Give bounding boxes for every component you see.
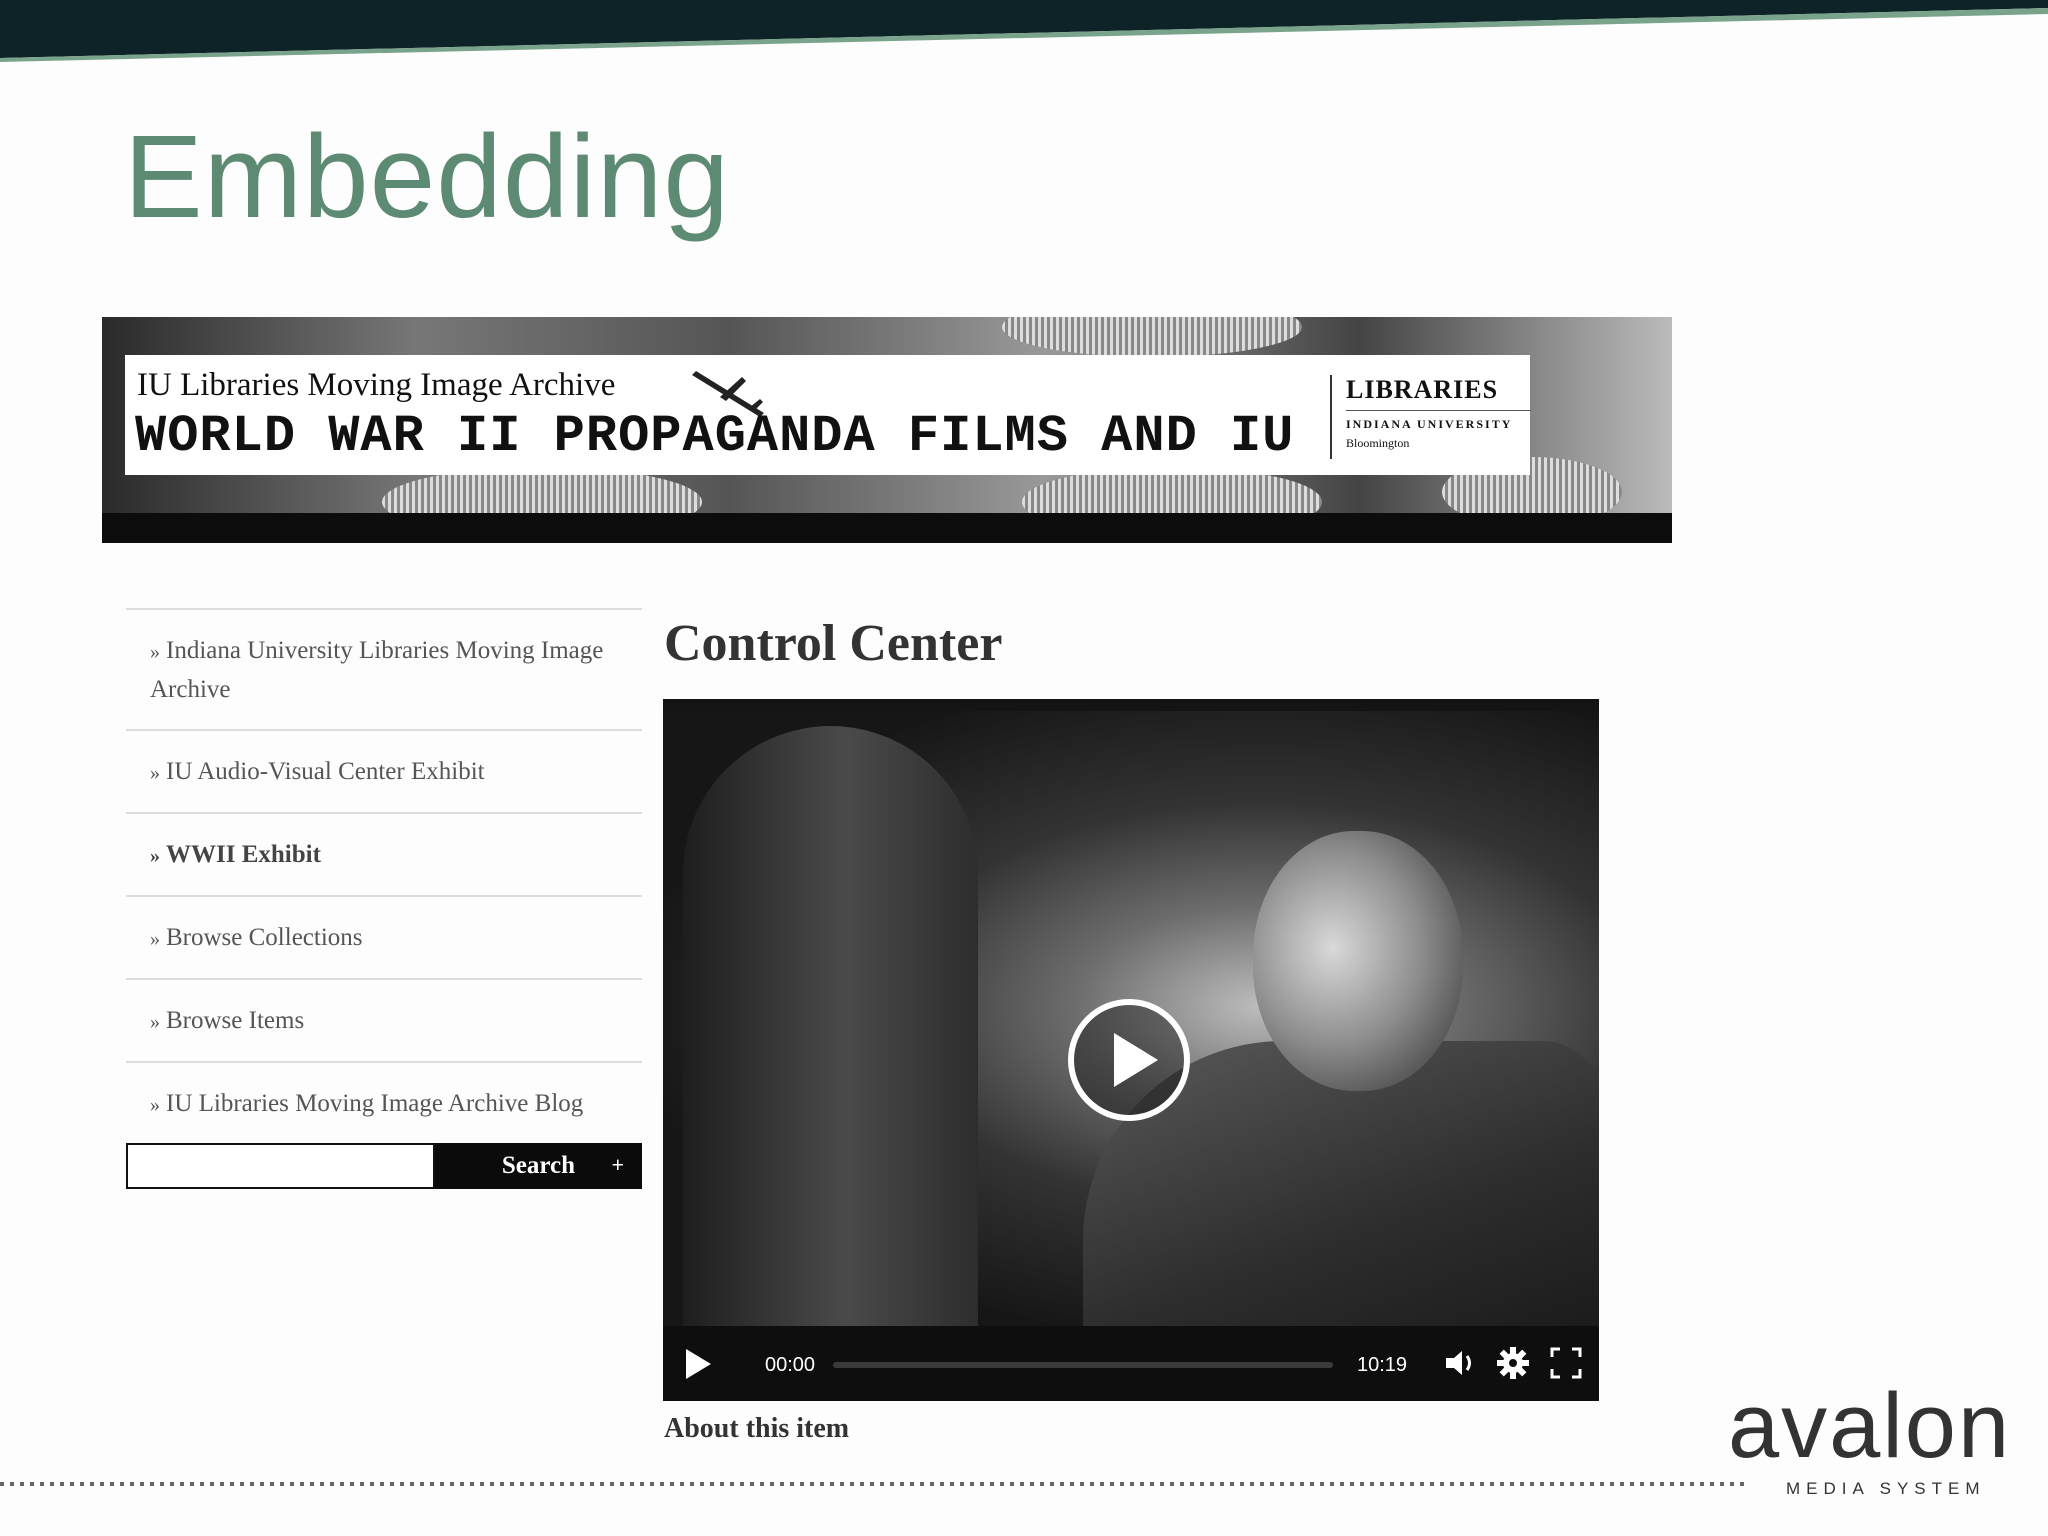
volume-icon — [1446, 1351, 1471, 1375]
sidebar-item-label: WWII Exhibit — [166, 841, 321, 868]
advanced-search-toggle[interactable]: + — [611, 1152, 624, 1178]
sidebar-nav: » Indiana University Libraries Moving Ima… — [126, 608, 642, 1146]
avalon-logo-subtitle: MEDIA SYSTEM — [1786, 1479, 1986, 1498]
chevron-right-icon: » — [150, 1011, 160, 1033]
sidebar-item-archive-blog[interactable]: » IU Libraries Moving Image Archive Blog — [126, 1061, 642, 1146]
sidebar-item-label: Browse Collections — [166, 924, 363, 951]
sidebar-item-moving-image-archive[interactable]: » Indiana University Libraries Moving Ima… — [126, 608, 642, 729]
search-button-label: Search — [501, 1152, 575, 1179]
banner-title: WORLD WAR II PROPAGANDA FILMS AND IU — [135, 407, 1295, 466]
chevron-right-icon: » — [150, 1094, 160, 1116]
sidebar-item-label: Browse Items — [166, 1007, 305, 1034]
duration: 10:19 — [1357, 1354, 1408, 1376]
chevron-right-icon: » — [150, 762, 160, 784]
sidebar-item-label: IU Audio-Visual Center Exhibit — [166, 758, 485, 785]
sidebar-item-wwii-exhibit[interactable]: » WWII Exhibit — [126, 812, 642, 895]
play-button[interactable] — [683, 1347, 713, 1386]
fullscreen-icon — [1550, 1347, 1582, 1379]
current-time: 00:00 — [765, 1354, 816, 1376]
fullscreen-button[interactable] — [1550, 1347, 1582, 1384]
iu-libraries-logo: LIBRARIES INDIANA UNIVERSITY Bloomington — [1330, 375, 1531, 459]
slide-title: Embedding — [124, 111, 730, 243]
volume-button[interactable] — [1444, 1348, 1478, 1383]
gear-icon — [1497, 1347, 1529, 1379]
sidebar-item-label: Indiana University Libraries Moving Imag… — [150, 637, 604, 703]
settings-button[interactable] — [1496, 1346, 1530, 1385]
video-player[interactable]: 00:00 10:19 — [663, 699, 1599, 1401]
banner-subtitle: IU Libraries Moving Image Archive — [137, 367, 616, 403]
search-input[interactable] — [126, 1143, 435, 1189]
footer-dotted-rule — [0, 1482, 1750, 1486]
item-title: Control Center — [664, 615, 1003, 672]
top-band — [0, 0, 2048, 62]
logo-title: LIBRARIES — [1346, 375, 1499, 404]
chevron-right-icon: » — [150, 641, 160, 663]
video-frame[interactable] — [663, 711, 1599, 1341]
sidebar-item-av-center-exhibit[interactable]: » IU Audio-Visual Center Exhibit — [126, 729, 642, 812]
chevron-right-icon: » — [150, 845, 160, 867]
sidebar-item-label: IU Libraries Moving Image Archive Blog — [166, 1090, 584, 1117]
sidebar-item-browse-collections[interactable]: » Browse Collections — [126, 895, 642, 978]
play-circle-icon — [1068, 999, 1190, 1121]
seek-bar[interactable] — [833, 1362, 1333, 1368]
player-controls: 00:00 10:19 — [663, 1326, 1599, 1401]
logo-city: Bloomington — [1346, 436, 1410, 450]
site-banner[interactable]: IU Libraries Moving Image Archive WORLD … — [102, 317, 1672, 543]
logo-university: INDIANA UNIVERSITY — [1346, 417, 1513, 431]
play-icon — [686, 1349, 711, 1379]
chevron-right-icon: » — [150, 928, 160, 950]
logo-rule — [1346, 410, 1531, 411]
about-item-heading: About this item — [664, 1413, 850, 1444]
banner-bottom-bar — [102, 513, 1672, 543]
banner-card: IU Libraries Moving Image Archive WORLD … — [125, 355, 1531, 475]
big-play-button[interactable] — [1066, 997, 1192, 1123]
search-button[interactable]: Search + — [434, 1143, 642, 1189]
sidebar-item-browse-items[interactable]: » Browse Items — [126, 978, 642, 1061]
avalon-logo: avalon — [1728, 1375, 2012, 1477]
search-form: Search + — [126, 1143, 642, 1189]
